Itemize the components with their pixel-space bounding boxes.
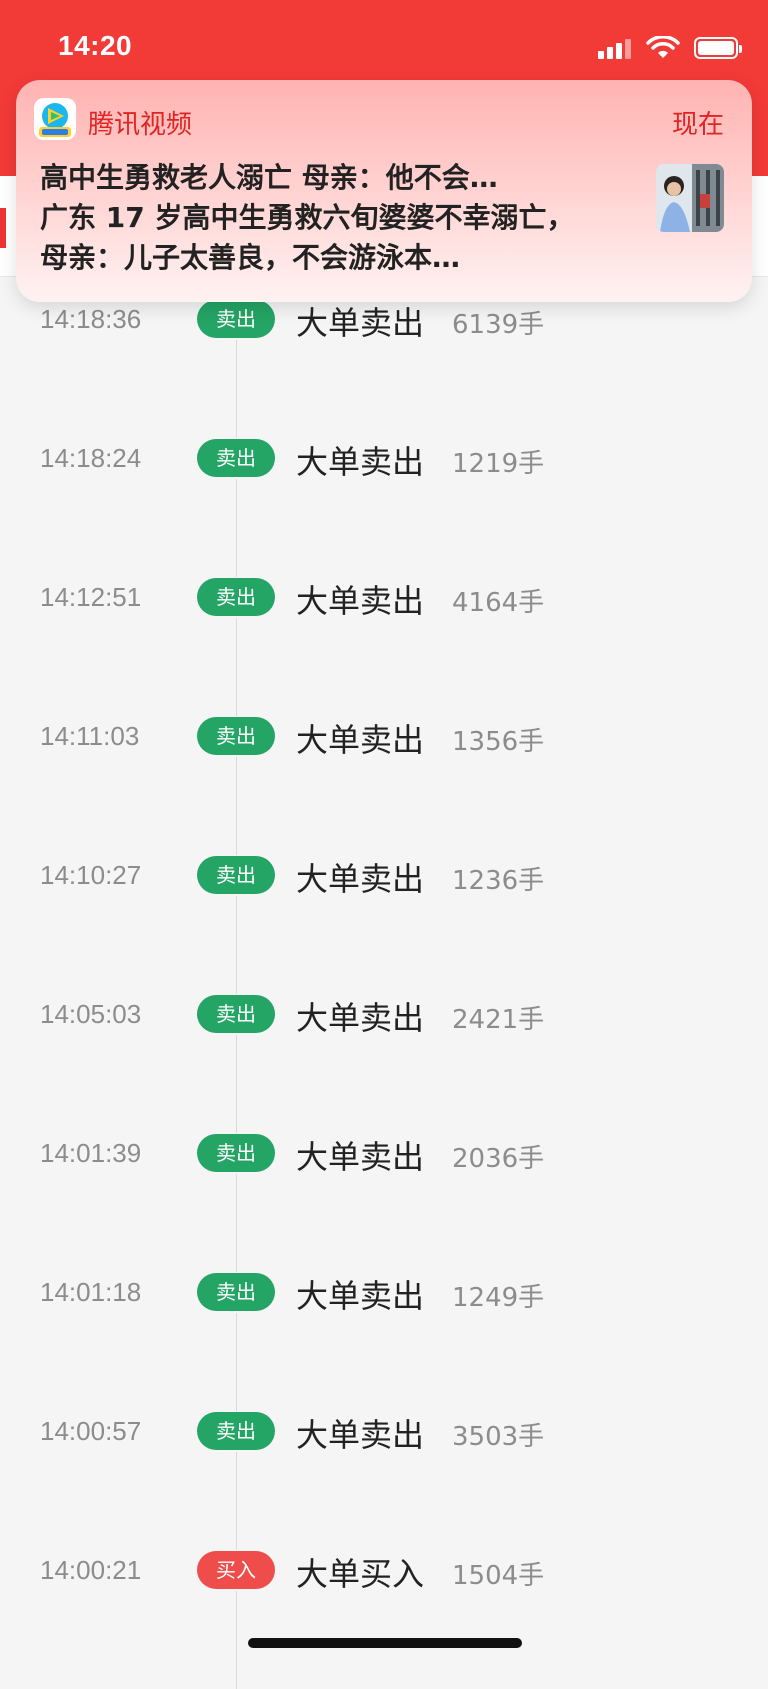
trade-time: 14:11:03 xyxy=(40,721,140,751)
trade-label: 大单卖出 xyxy=(296,999,425,1037)
timeline-connector xyxy=(236,340,237,438)
trade-label: 大单卖出 xyxy=(296,1138,425,1176)
trade-label: 大单卖出 xyxy=(296,1416,425,1454)
trade-time: 14:01:39 xyxy=(40,1138,142,1168)
trade-time: 14:10:27 xyxy=(40,860,142,890)
trade-row[interactable]: 14:01:18 卖出 大单卖出 1249手 xyxy=(0,1263,768,1411)
trade-row[interactable]: 14:00:21 买入 大单买入 1504手 xyxy=(0,1541,768,1689)
cellular-signal-icon xyxy=(598,37,632,59)
trade-time: 14:18:24 xyxy=(40,443,142,473)
trade-label: 大单卖出 xyxy=(296,1277,425,1315)
trade-row[interactable]: 14:00:57 卖出 大单卖出 3503手 xyxy=(0,1402,768,1550)
notification-thumbnail xyxy=(656,164,724,232)
trade-row[interactable]: 14:11:03 卖出 大单卖出 1356手 xyxy=(0,707,768,855)
trade-quantity: 2036手 xyxy=(452,1144,545,1174)
timeline-connector xyxy=(236,1174,237,1272)
timeline-connector xyxy=(236,1035,237,1133)
push-notification[interactable]: 腾讯视频 现在 高中生勇救老人溺亡 母亲：他不会… 广东 17 岁高中生勇救六旬… xyxy=(16,80,752,302)
sell-badge: 卖出 xyxy=(197,717,275,755)
sell-badge: 卖出 xyxy=(197,1412,275,1450)
timeline-connector xyxy=(236,896,237,994)
trade-quantity: 1236手 xyxy=(452,866,545,896)
trade-quantity: 1356手 xyxy=(452,727,545,757)
notification-time: 现在 xyxy=(671,110,724,140)
timeline-connector xyxy=(236,757,237,855)
sell-badge: 卖出 xyxy=(197,856,275,894)
trade-time: 14:00:57 xyxy=(40,1416,142,1446)
trade-label: 大单卖出 xyxy=(296,860,425,898)
trade-row[interactable]: 14:18:24 卖出 大单卖出 1219手 xyxy=(0,429,768,577)
trade-row[interactable]: 14:10:27 卖出 大单卖出 1236手 xyxy=(0,846,768,994)
home-indicator[interactable] xyxy=(248,1638,522,1648)
tab-indicator-edge xyxy=(0,208,6,248)
trade-quantity: 6139手 xyxy=(452,310,545,340)
trade-time: 14:18:36 xyxy=(40,304,142,334)
tencent-video-app-icon xyxy=(34,98,76,140)
buy-badge: 买入 xyxy=(197,1551,275,1589)
trade-time: 14:05:03 xyxy=(40,999,142,1029)
status-icons xyxy=(598,36,742,60)
trade-quantity: 2421手 xyxy=(452,1005,545,1035)
timeline-connector xyxy=(236,618,237,716)
trade-label: 大单卖出 xyxy=(296,582,425,620)
sell-badge: 卖出 xyxy=(197,300,275,338)
trade-time: 14:12:51 xyxy=(40,582,142,612)
trade-time: 14:01:18 xyxy=(40,1277,142,1307)
timeline-connector xyxy=(236,479,237,577)
trade-row[interactable]: 14:05:03 卖出 大单卖出 2421手 xyxy=(0,985,768,1133)
timeline-connector xyxy=(236,1591,237,1689)
timeline-connector xyxy=(236,1452,237,1550)
trade-time: 14:00:21 xyxy=(40,1555,142,1585)
trade-quantity: 1249手 xyxy=(452,1283,545,1313)
trade-quantity: 3503手 xyxy=(452,1422,545,1452)
battery-icon xyxy=(694,37,742,59)
trade-quantity: 1219手 xyxy=(452,449,545,479)
sell-badge: 卖出 xyxy=(197,439,275,477)
trade-label: 大单买入 xyxy=(296,1555,425,1593)
timeline-connector xyxy=(236,1313,237,1411)
status-time: 14:20 xyxy=(58,30,133,61)
trade-label: 大单卖出 xyxy=(296,304,425,342)
wifi-icon xyxy=(646,36,680,58)
trade-row[interactable]: 14:18:36 卖出 大单卖出 6139手 xyxy=(0,290,768,438)
trade-quantity: 4164手 xyxy=(452,588,545,618)
trade-row[interactable]: 14:12:51 卖出 大单卖出 4164手 xyxy=(0,568,768,716)
notification-app-name: 腾讯视频 xyxy=(88,110,193,140)
trade-row[interactable]: 14:01:39 卖出 大单卖出 2036手 xyxy=(0,1124,768,1272)
sell-badge: 卖出 xyxy=(197,1273,275,1311)
trade-quantity: 1504手 xyxy=(452,1561,545,1591)
sell-badge: 卖出 xyxy=(197,995,275,1033)
trade-label: 大单卖出 xyxy=(296,721,425,759)
sell-badge: 卖出 xyxy=(197,1134,275,1172)
trade-label: 大单卖出 xyxy=(296,443,425,481)
sell-badge: 卖出 xyxy=(197,578,275,616)
notification-body: 广东 17 岁高中生勇救六旬婆婆不幸溺亡，母亲：儿子太善良，不会游泳本… xyxy=(40,201,575,274)
notification-title: 高中生勇救老人溺亡 母亲：他不会… xyxy=(40,161,498,194)
